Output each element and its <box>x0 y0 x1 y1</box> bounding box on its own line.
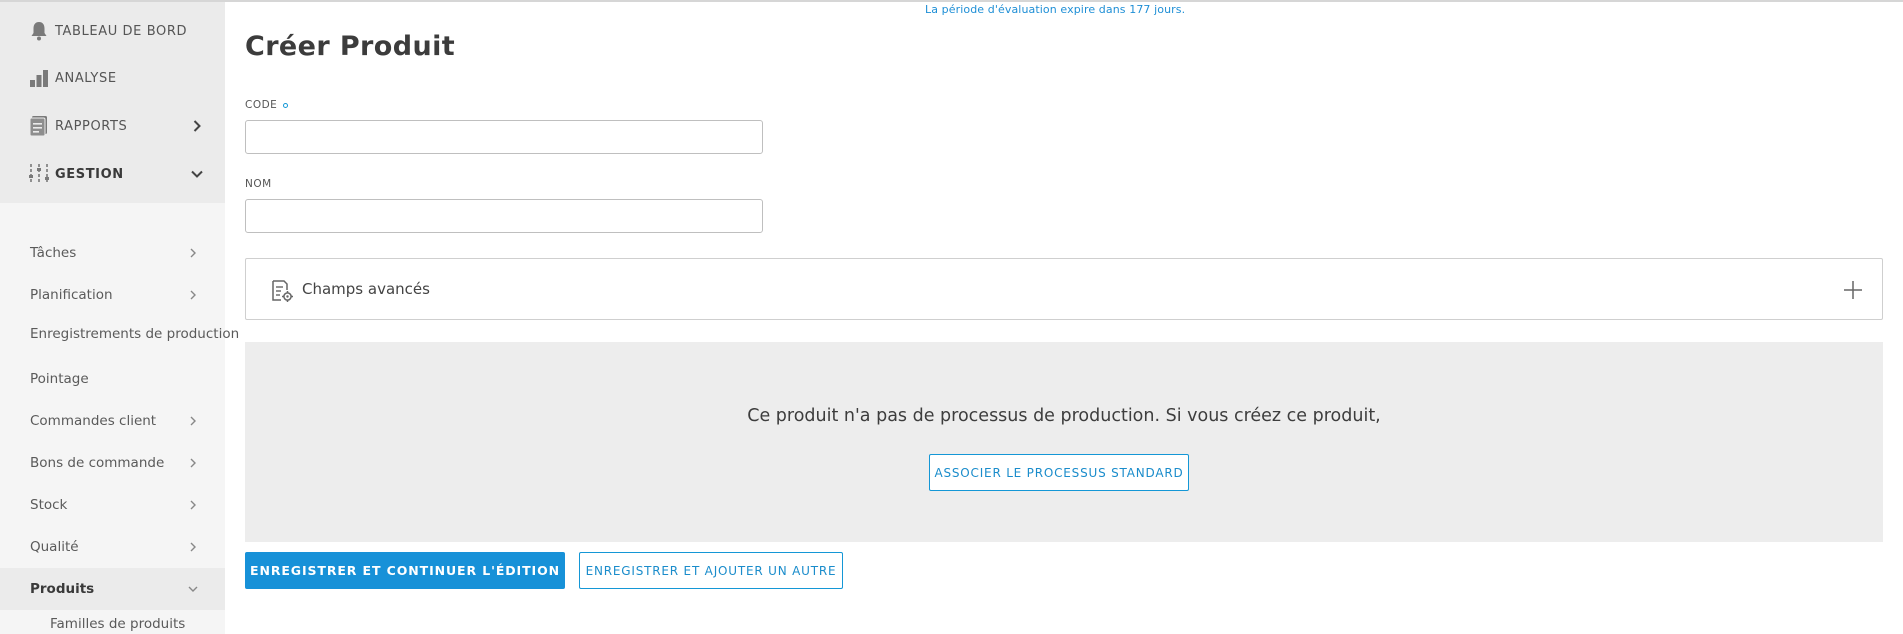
sidebar-item-label: Tâches <box>30 245 77 261</box>
sidebar-item-gestion[interactable]: GESTION <box>0 145 225 203</box>
sidebar-item-taches[interactable]: Tâches <box>0 232 225 274</box>
sidebar-item-bons-de-commande[interactable]: Bons de commande <box>0 442 225 484</box>
chevron-right-icon <box>188 542 198 552</box>
name-label-text: NOM <box>245 178 272 190</box>
process-message: Ce produit n'a pas de processus de produ… <box>747 406 1381 426</box>
sidebar-item-stock[interactable]: Stock <box>0 484 225 526</box>
page-title: Créer Produit <box>245 31 456 62</box>
sidebar-item-label: Produits <box>30 581 95 597</box>
sidebar-item-label: Enregistrements de production <box>30 326 240 342</box>
sidebar-item-familles-de-produits[interactable]: Familles de produits <box>50 616 185 632</box>
top-border <box>0 0 1903 2</box>
sidebar-item-produits[interactable]: Produits <box>0 568 225 610</box>
sidebar-item-label: TABLEAU DE BORD <box>55 23 188 39</box>
sidebar-item-label: Planification <box>30 287 113 303</box>
chevron-right-icon <box>188 500 198 510</box>
chevron-right-icon <box>191 120 203 132</box>
chevron-right-icon <box>188 248 198 258</box>
code-label: CODE <box>245 99 289 111</box>
chevron-down-icon <box>188 584 198 594</box>
sidebar-item-pointage[interactable]: Pointage <box>0 358 225 400</box>
advanced-fields-panel[interactable]: Champs avancés <box>245 258 1883 320</box>
required-indicator-icon <box>283 102 289 108</box>
sidebar-item-label: RAPPORTS <box>55 118 128 134</box>
sliders-icon <box>28 163 50 185</box>
name-input[interactable] <box>245 199 763 233</box>
advanced-fields-label: Champs avancés <box>302 280 430 298</box>
bell-icon <box>28 20 50 42</box>
trial-banner: La période d'évaluation expire dans 177 … <box>925 3 1186 16</box>
sidebar-item-label: Commandes client <box>30 413 157 429</box>
sidebar-item-label: Bons de commande <box>30 455 165 471</box>
chevron-right-icon <box>188 290 198 300</box>
sidebar-item-label: Pointage <box>30 371 89 387</box>
chevron-down-icon <box>191 168 203 180</box>
save-and-add-another-button[interactable]: ENREGISTRER ET AJOUTER UN AUTRE <box>579 552 843 589</box>
sidebar-item-label: GESTION <box>55 166 124 182</box>
plus-icon[interactable] <box>1842 279 1864 301</box>
chevron-right-icon <box>188 416 198 426</box>
name-label: NOM <box>245 178 272 190</box>
sidebar-item-planification[interactable]: Planification <box>0 274 225 316</box>
code-input[interactable] <box>245 120 763 154</box>
sidebar-item-qualite[interactable]: Qualité <box>0 526 225 568</box>
sidebar-item-label: Stock <box>30 497 68 513</box>
settings-document-icon <box>270 279 294 303</box>
save-and-continue-button[interactable]: ENREGISTRER ET CONTINUER L'ÉDITION <box>245 552 565 589</box>
sidebar-item-label: Qualité <box>30 539 79 555</box>
sidebar-item-enregistrements-de-production[interactable]: Enregistrements de production <box>0 316 239 360</box>
bar-chart-icon <box>28 67 50 89</box>
production-process-notice: Ce produit n'a pas de processus de produ… <box>245 342 1883 542</box>
sidebar-item-commandes-client[interactable]: Commandes client <box>0 400 225 442</box>
sidebar: TABLEAU DE BORD ANALYSE RAPPORTS GESTION… <box>0 2 239 634</box>
code-label-text: CODE <box>245 99 278 111</box>
reports-icon <box>28 115 50 137</box>
chevron-right-icon <box>188 458 198 468</box>
associate-standard-process-button[interactable]: ASSOCIER LE PROCESSUS STANDARD <box>929 454 1189 491</box>
sidebar-item-label: ANALYSE <box>55 70 117 86</box>
